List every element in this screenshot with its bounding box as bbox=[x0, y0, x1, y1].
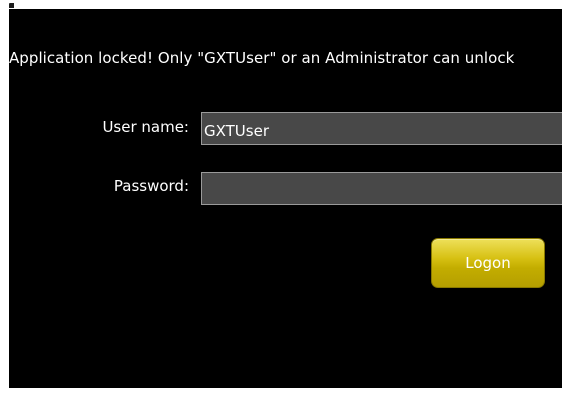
lock-message: Application locked! Only "GXTUser" or an… bbox=[9, 49, 515, 67]
window-corner-mark bbox=[9, 3, 14, 8]
logon-button[interactable]: Logon bbox=[431, 238, 545, 288]
lock-screen-window: Application locked! Only "GXTUser" or an… bbox=[0, 0, 562, 396]
bottom-border bbox=[0, 388, 562, 396]
top-border bbox=[0, 0, 562, 9]
password-label: Password: bbox=[113, 177, 189, 195]
lock-panel: Application locked! Only "GXTUser" or an… bbox=[9, 9, 562, 388]
user-name-label: User name: bbox=[102, 118, 189, 136]
user-name-input[interactable] bbox=[201, 112, 562, 145]
password-input[interactable] bbox=[201, 172, 562, 205]
